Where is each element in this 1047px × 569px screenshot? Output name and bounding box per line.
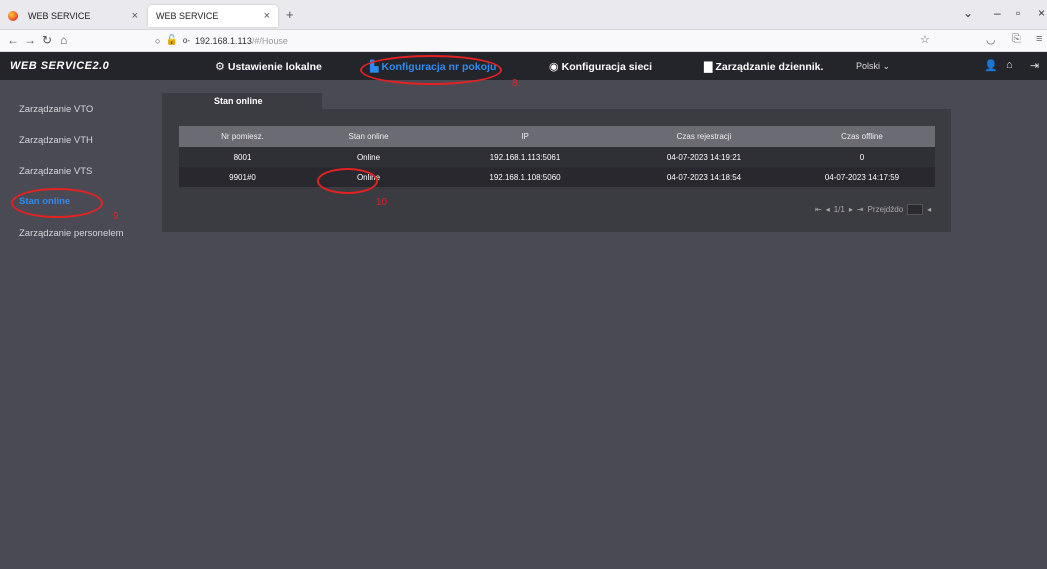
minimize-icon[interactable]: – <box>994 6 1001 20</box>
first-page-icon[interactable]: ⇤ <box>815 205 822 214</box>
online-status-table: Nr pomiesz. Stan online IP Czas rejestra… <box>179 126 935 187</box>
bookmark-star-icon[interactable]: ☆ <box>920 33 930 46</box>
close-tab-icon[interactable]: × <box>132 10 138 22</box>
cell-offline: 0 <box>789 147 935 167</box>
column-header: Czas offline <box>789 126 935 147</box>
nav-local-settings[interactable]: ⚙ Ustawienie lokalne <box>215 60 322 74</box>
cell-ip: 192.168.1.108:5060 <box>431 167 619 187</box>
nav-label: Konfiguracja sieci <box>561 60 653 73</box>
sidebar: Zarządzanie VTO Zarządzanie VTH Zarządza… <box>0 80 155 569</box>
home-icon[interactable]: ⌂ <box>1006 59 1013 71</box>
table-row[interactable]: 9901#0 Online 192.168.1.108:5060 04-07-2… <box>179 167 935 187</box>
home-icon[interactable]: ⌂ <box>60 33 67 47</box>
sidebar-item-personnel[interactable]: Zarządzanie personelem <box>19 228 124 239</box>
annotation-label: 10 <box>376 197 388 208</box>
sidebar-item-vth[interactable]: Zarządzanie VTH <box>19 135 93 146</box>
insecure-lock-icon: 🔓 <box>165 35 178 46</box>
sidebar-item-vto[interactable]: Zarządzanie VTO <box>19 104 93 115</box>
annotation-ring <box>317 168 378 194</box>
sidebar-item-vts[interactable]: Zarządzanie VTS <box>19 166 92 177</box>
browser-tab-bar: WEB SERVICE × WEB SERVICE × + ⌄ – ▫ × <box>0 0 1047 30</box>
cell-offline: 04-07-2023 14:17:59 <box>789 167 935 187</box>
cell-room: 8001 <box>179 147 306 167</box>
shield-icon: ○ <box>155 35 161 46</box>
close-tab-icon[interactable]: × <box>264 10 270 22</box>
tab-list-icon[interactable]: ⌄ <box>963 6 973 20</box>
cell-registered: 04-07-2023 14:19:21 <box>619 147 789 167</box>
close-window-icon[interactable]: × <box>1038 6 1045 20</box>
reload-icon[interactable]: ↻ <box>42 33 52 47</box>
new-tab-icon[interactable]: + <box>286 7 294 22</box>
column-header: Czas rejestracji <box>619 126 789 147</box>
tab-title: WEB SERVICE <box>156 11 219 21</box>
last-page-icon[interactable]: ⇥ <box>857 205 864 214</box>
firefox-icon <box>8 11 18 21</box>
annotation-label: 9 <box>113 211 119 222</box>
logo: WEB SERVICE2.0 <box>10 60 110 72</box>
url-host: 192.168.1.113 <box>195 35 252 46</box>
cell-status: Online <box>306 147 431 167</box>
browser-tab[interactable]: WEB SERVICE × <box>0 5 146 27</box>
annotation-ring <box>11 188 103 218</box>
pagination: ⇤ ◂ 1/1 ▸ ⇥ Przejdźdo ◂ <box>815 204 931 215</box>
nav-label: Zarządzanie dziennik. <box>715 60 824 73</box>
user-icon[interactable]: 👤 <box>984 59 998 72</box>
menu-icon[interactable]: ≡ <box>1036 33 1042 45</box>
forward-icon[interactable]: → <box>24 33 36 47</box>
back-icon[interactable]: ← <box>7 33 19 47</box>
cell-ip: 192.168.1.113:5061 <box>431 147 619 167</box>
column-header: Stan online <box>306 126 431 147</box>
column-header: Nr pomiesz. <box>179 126 306 147</box>
tab-online-status[interactable]: Stan online <box>162 93 322 110</box>
nav-label: Ustawienie lokalne <box>227 60 322 73</box>
goto-label: Przejdźdo <box>867 205 904 214</box>
cell-room: 9901#0 <box>179 167 306 187</box>
next-page-icon[interactable]: ▸ <box>849 205 853 214</box>
gear-icon: ⚙ <box>215 61 225 73</box>
log-icon: ▇ <box>704 61 713 73</box>
table-row[interactable]: 8001 Online 192.168.1.113:5061 04-07-202… <box>179 147 935 167</box>
annotation-ring <box>360 55 502 85</box>
prev-page-icon[interactable]: ◂ <box>826 205 830 214</box>
address-bar[interactable]: ○ 🔓 o- 192.168.1.113/#/House <box>155 35 288 46</box>
language-select[interactable]: Polski ⌄ <box>856 61 890 72</box>
extensions-icon[interactable]: ⎘ <box>1012 33 1021 46</box>
tab-title: WEB SERVICE <box>28 11 91 21</box>
cell-registered: 04-07-2023 14:18:54 <box>619 167 789 187</box>
goto-page-input[interactable] <box>907 204 924 215</box>
logout-icon[interactable]: ⇥ <box>1030 59 1039 72</box>
globe-icon: ◉ <box>549 61 559 73</box>
app-header: WEB SERVICE2.0 ⚙ Ustawienie lokalne ▙ Ko… <box>0 52 1047 80</box>
browser-toolbar: ← → ↻ ⌂ ○ 🔓 o- 192.168.1.113/#/House ☆ ◡… <box>0 30 1047 52</box>
nav-network-config[interactable]: ◉ Konfiguracja sieci <box>549 60 653 74</box>
pocket-icon[interactable]: ◡ <box>986 33 996 46</box>
browser-tab-active[interactable]: WEB SERVICE × <box>148 5 278 27</box>
nav-log-management[interactable]: ▇ Zarządzanie dziennik. <box>704 60 824 74</box>
goto-arrow-icon[interactable]: ◂ <box>927 205 931 214</box>
column-header: IP <box>431 126 619 147</box>
restore-icon[interactable]: ▫ <box>1016 6 1020 20</box>
language-label: Polski <box>856 61 881 71</box>
url-path: /#/House <box>251 35 288 46</box>
key-icon: o- <box>182 36 191 45</box>
annotation-label: 8 <box>512 78 518 89</box>
page-indicator: 1/1 <box>833 205 845 214</box>
